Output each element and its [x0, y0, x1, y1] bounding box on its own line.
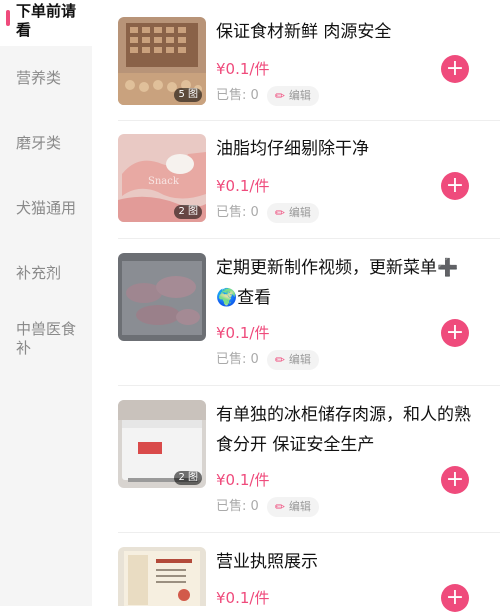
item-divider: [118, 385, 500, 386]
plus-icon: +: [445, 585, 465, 610]
product-title: 油脂均仔细剔除干净: [216, 139, 369, 159]
add-to-cart-button[interactable]: +: [441, 172, 469, 200]
svg-text:Snack: Snack: [148, 176, 180, 187]
edit-label: 编辑: [288, 500, 311, 513]
add-to-cart-button[interactable]: +: [441, 319, 469, 347]
product-price: ¥0.1/件: [216, 471, 270, 489]
sidebar-item-label: 下单前请看: [16, 2, 77, 39]
sold-info: 已售: 0 ✏ 编辑: [216, 350, 319, 370]
pencil-icon: ✏: [274, 500, 285, 514]
product-image[interactable]: 5 图: [118, 17, 206, 105]
product-title: 营业执照展示: [216, 552, 318, 572]
active-indicator: [6, 10, 10, 26]
plus-icon: +: [445, 320, 465, 345]
product-price: ¥0.1/件: [216, 324, 270, 342]
sold-info: 已售: 0 ✏ 编辑: [216, 497, 319, 517]
pencil-icon: ✏: [274, 89, 285, 103]
edit-button[interactable]: ✏ 编辑: [266, 497, 319, 517]
edit-label: 编辑: [288, 353, 311, 366]
product-price: ¥0.1/件: [216, 589, 270, 607]
image-count-badge: 5 图: [174, 88, 202, 102]
sidebar-item-label: 中兽医食补: [16, 320, 77, 357]
sidebar-item-chews[interactable]: 磨牙类: [0, 111, 92, 176]
sold-count: 已售: 0: [216, 352, 259, 367]
edit-button[interactable]: ✏ 编辑: [266, 350, 319, 370]
product-image[interactable]: Snack 2 图: [118, 134, 206, 222]
pencil-icon: ✏: [274, 206, 285, 220]
sidebar-item-order-notice[interactable]: 下单前请看: [0, 0, 92, 46]
add-to-cart-button[interactable]: +: [441, 584, 469, 612]
product-title: 有单独的冰柜储存肉源，和人的熟食分开 保证安全生产: [216, 405, 471, 455]
sidebar-item-label: 犬猫通用: [16, 199, 77, 217]
sidebar-item-label: 磨牙类: [16, 134, 62, 152]
sidebar-item-tcvm-food[interactable]: 中兽医食补: [0, 306, 92, 386]
item-divider: [118, 532, 500, 533]
app-root: 下单前请看 营养类 磨牙类 犬猫通用 补充剂 中兽医食补 5 图 保证食材新鲜 …: [0, 0, 500, 612]
product-list: 5 图 保证食材新鲜 肉源安全 ¥0.1/件 已售: 0 ✏ 编辑 + Snac…: [118, 0, 500, 612]
sidebar-item-label: 补充剂: [16, 264, 62, 282]
product-image[interactable]: 2 图: [118, 400, 206, 488]
category-sidebar: 下单前请看 营养类 磨牙类 犬猫通用 补充剂 中兽医食补: [0, 0, 92, 606]
sidebar-item-supplements[interactable]: 补充剂: [0, 241, 92, 306]
product-title: 定期更新制作视频，更新菜单➕🌍查看: [216, 258, 459, 308]
edit-button[interactable]: ✏ 编辑: [266, 203, 319, 223]
product-title: 保证食材新鲜 肉源安全: [216, 22, 392, 42]
sidebar-item-nutrition[interactable]: 营养类: [0, 46, 92, 111]
pencil-icon: ✏: [274, 353, 285, 367]
product-image[interactable]: [118, 253, 206, 341]
plus-icon: +: [445, 467, 465, 492]
item-divider: [118, 238, 500, 239]
product-image[interactable]: [118, 547, 206, 606]
product-price: ¥0.1/件: [216, 177, 270, 195]
sold-info: 已售: 0 ✏ 编辑: [216, 203, 319, 223]
product-photo-business-license: [118, 547, 206, 606]
plus-icon: +: [445, 173, 465, 198]
sold-count: 已售: 0: [216, 499, 259, 514]
add-to-cart-button[interactable]: +: [441, 55, 469, 83]
sidebar-item-dog-cat[interactable]: 犬猫通用: [0, 176, 92, 241]
product-photo-raw-poultry: [118, 253, 206, 341]
sold-count: 已售: 0: [216, 88, 259, 103]
plus-icon: +: [445, 56, 465, 81]
edit-label: 编辑: [288, 89, 311, 102]
edit-label: 编辑: [288, 206, 311, 219]
image-count-badge: 2 图: [174, 471, 202, 485]
image-count-badge: 2 图: [174, 205, 202, 219]
item-divider: [118, 120, 500, 121]
sidebar-item-label: 营养类: [16, 69, 62, 87]
add-to-cart-button[interactable]: +: [441, 466, 469, 494]
sold-info: 已售: 0 ✏ 编辑: [216, 86, 319, 106]
sold-count: 已售: 0: [216, 205, 259, 220]
edit-button[interactable]: ✏ 编辑: [266, 86, 319, 106]
product-price: ¥0.1/件: [216, 60, 270, 78]
